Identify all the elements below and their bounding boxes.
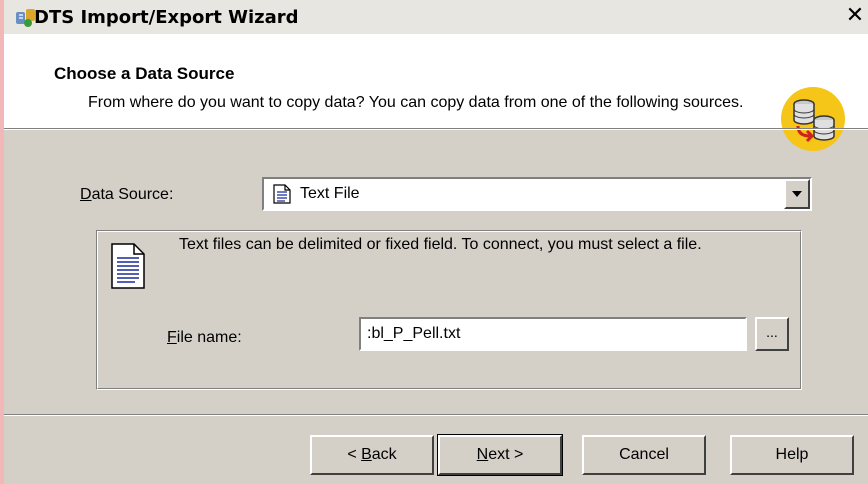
back-mnemonic: B — [361, 446, 372, 463]
page-description: From where do you want to copy data? You… — [88, 94, 744, 111]
page-title: Choose a Data Source — [54, 64, 235, 83]
next-mnemonic: N — [476, 446, 489, 463]
group-frame — [97, 231, 801, 389]
header-divider-highlight — [4, 129, 868, 130]
data-source-dropdown[interactable]: Text File — [262, 177, 812, 211]
back-button[interactable]: < Back — [310, 435, 434, 475]
next-label: ext > — [488, 446, 524, 463]
wizard-window: DTS Import/Export Wizard ✕ Choose a Data… — [4, 0, 868, 484]
text-document-icon — [111, 243, 145, 289]
back-arrow: < — [347, 446, 362, 463]
text-file-options-group: Text files can be delimited or fixed fie… — [96, 230, 802, 390]
file-name-label: File name: — [167, 329, 242, 347]
footer-divider-highlight — [4, 415, 868, 416]
title-bar: DTS Import/Export Wizard ✕ — [4, 0, 868, 34]
data-source-label-text: ata Source: — [91, 186, 174, 203]
data-source-value: Text File — [300, 185, 360, 202]
data-source-label: Data Source: — [80, 186, 173, 204]
back-label: ack — [371, 446, 397, 463]
browse-button[interactable]: ... — [755, 317, 789, 351]
help-button[interactable]: Help — [730, 435, 854, 475]
text-file-icon — [273, 184, 291, 204]
data-source-mnemonic: D — [80, 186, 92, 203]
file-name-mnemonic: F — [167, 329, 177, 346]
wizard-header: Choose a Data Source From where do you w… — [4, 34, 868, 151]
file-name-label-text: ile name: — [176, 329, 242, 346]
dropdown-toggle[interactable] — [784, 179, 810, 209]
cancel-button[interactable]: Cancel — [582, 435, 706, 475]
close-button[interactable]: ✕ — [842, 2, 868, 30]
text-file-info: Text files can be delimited or fixed fie… — [179, 236, 702, 253]
close-icon: ✕ — [845, 3, 865, 28]
file-name-input[interactable] — [359, 317, 747, 351]
database-transfer-icon — [781, 87, 845, 151]
chevron-down-icon — [792, 191, 802, 197]
next-button[interactable]: Next > — [437, 434, 563, 476]
window-title: DTS Import/Export Wizard — [34, 7, 299, 28]
